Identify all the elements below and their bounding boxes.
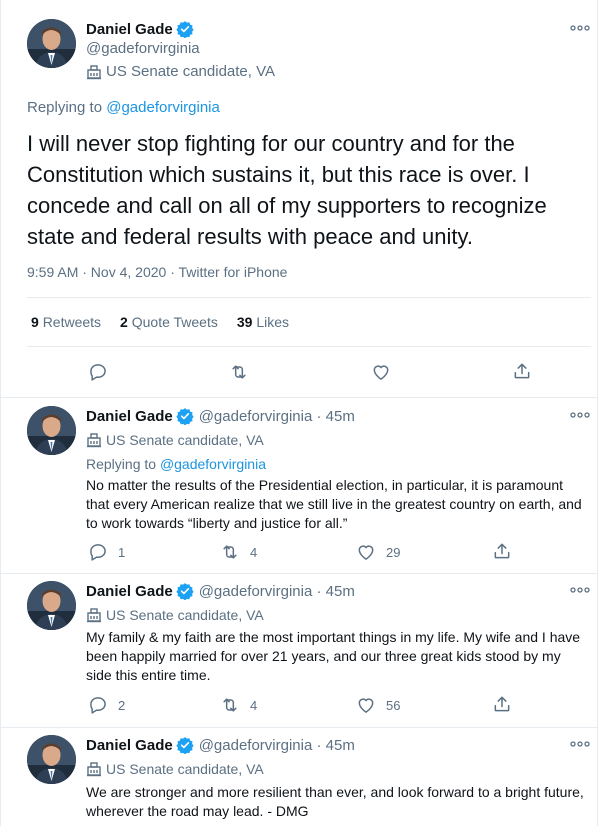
reply-button[interactable]: 2 xyxy=(88,695,125,715)
reply-header: Daniel Gade @gadeforvirginia · 45m xyxy=(86,582,355,600)
share-icon xyxy=(494,696,510,712)
building-icon xyxy=(87,762,101,777)
tweet-text: We are stronger and more resilient than … xyxy=(86,784,584,819)
building-icon xyxy=(87,64,101,79)
share-icon xyxy=(514,363,530,379)
reply-icon xyxy=(90,364,106,381)
replying-to: Replying to @gadeforvirginia xyxy=(27,99,220,116)
avatar[interactable] xyxy=(27,19,76,68)
divider xyxy=(1,573,597,574)
author-handle-time[interactable]: @gadeforvirginia · 45m xyxy=(199,583,355,600)
avatar[interactable] xyxy=(27,406,76,455)
share-icon xyxy=(494,543,510,559)
author-name[interactable]: Daniel Gade xyxy=(86,21,173,38)
reply-header: Daniel Gade @gadeforvirginia · 45m xyxy=(86,407,355,425)
quote-count: 2 xyxy=(120,314,128,330)
avatar[interactable] xyxy=(27,735,76,784)
like-button[interactable] xyxy=(371,362,391,382)
avatar[interactable] xyxy=(27,581,76,630)
account-label-text: US Senate candidate, VA xyxy=(106,607,264,623)
quote-tweets-stat[interactable]: 2 Quote Tweets xyxy=(120,314,218,330)
like-button[interactable]: 56 xyxy=(356,695,400,715)
likes-count: 39 xyxy=(236,314,253,330)
reply-count: 1 xyxy=(118,544,126,560)
divider xyxy=(27,297,591,298)
replying-to: Replying to @gadeforvirginia xyxy=(86,456,266,472)
account-label: US Senate candidate, VA xyxy=(86,607,264,623)
reply-button[interactable]: 1 xyxy=(88,542,125,562)
account-label: US Senate candidate, VA xyxy=(86,432,264,448)
building-icon xyxy=(87,433,101,448)
tweet-timestamp[interactable]: 9:59 AM · Nov 4, 2020 · Twitter for iPho… xyxy=(27,264,287,280)
account-label: US Senate candidate, VA xyxy=(86,761,264,777)
verified-badge-icon xyxy=(176,737,194,754)
more-icon[interactable] xyxy=(569,737,591,751)
retweets-label: Retweets xyxy=(42,314,102,330)
account-label-text: US Senate candidate, VA xyxy=(106,432,264,448)
building-icon xyxy=(87,608,101,623)
retweet-count: 4 xyxy=(250,697,258,713)
retweets-count: 9 xyxy=(31,314,39,330)
reply-count: 2 xyxy=(118,697,126,713)
verified-badge-icon xyxy=(176,408,194,425)
likes-label: Likes xyxy=(256,314,290,330)
divider xyxy=(27,346,591,347)
author-handle-time[interactable]: @gadeforvirginia · 45m xyxy=(199,737,355,754)
tweet-text: No matter the results of the Presidentia… xyxy=(86,477,582,531)
tweet-stats: 9 Retweets 2 Quote Tweets 39 Likes xyxy=(31,314,289,330)
author-name[interactable]: Daniel Gade xyxy=(86,583,173,600)
author-handle-time[interactable]: @gadeforvirginia · 45m xyxy=(199,408,355,425)
retweet-count: 4 xyxy=(250,544,258,560)
quote-label: Quote Tweets xyxy=(131,314,218,330)
verified-badge-icon xyxy=(176,21,194,38)
divider xyxy=(1,727,597,728)
share-button[interactable] xyxy=(492,694,512,714)
account-label-text: US Senate candidate, VA xyxy=(106,761,264,777)
more-icon[interactable] xyxy=(569,583,591,597)
retweet-button[interactable]: 4 xyxy=(220,542,257,562)
share-button[interactable] xyxy=(512,361,532,381)
reply-icon xyxy=(90,697,106,714)
divider xyxy=(1,397,597,398)
like-icon xyxy=(373,365,389,380)
retweet-icon xyxy=(223,698,237,712)
retweets-stat[interactable]: 9 Retweets xyxy=(31,314,101,330)
likes-stat[interactable]: 39 Likes xyxy=(237,314,289,330)
share-button[interactable] xyxy=(492,541,512,561)
replying-handle-link[interactable]: @gadeforvirginia xyxy=(106,99,220,116)
account-label-text: US Senate candidate, VA xyxy=(106,63,275,80)
reply-icon xyxy=(90,544,106,561)
like-count: 56 xyxy=(386,697,401,713)
retweet-button[interactable]: 4 xyxy=(220,695,257,715)
replying-handle-link[interactable]: @gadeforvirginia xyxy=(160,456,266,472)
author-name[interactable]: Daniel Gade xyxy=(86,737,173,754)
author-name[interactable]: Daniel Gade xyxy=(86,408,173,425)
replying-prefix: Replying to xyxy=(86,456,160,472)
like-icon xyxy=(358,545,374,560)
reply-header: Daniel Gade @gadeforvirginia · 45m xyxy=(86,736,355,754)
retweet-button[interactable] xyxy=(229,362,249,382)
account-label: US Senate candidate, VA xyxy=(86,63,275,80)
retweet-icon xyxy=(223,545,237,559)
like-count: 29 xyxy=(386,544,401,560)
like-button[interactable]: 29 xyxy=(356,542,400,562)
more-icon[interactable] xyxy=(569,408,591,422)
replying-prefix: Replying to xyxy=(27,99,107,116)
verified-badge-icon xyxy=(176,583,194,600)
author-handle[interactable]: @gadeforvirginia xyxy=(86,40,200,57)
tweet-text: I will never stop fighting for our count… xyxy=(27,131,547,249)
more-icon[interactable] xyxy=(569,21,591,35)
like-icon xyxy=(358,698,374,713)
tweet-thread: Daniel Gade @gadeforvirginia US Senate c… xyxy=(0,0,598,826)
tweet-text: My family & my faith are the most import… xyxy=(86,629,581,683)
retweet-icon xyxy=(232,365,246,379)
reply-button[interactable] xyxy=(88,362,108,382)
